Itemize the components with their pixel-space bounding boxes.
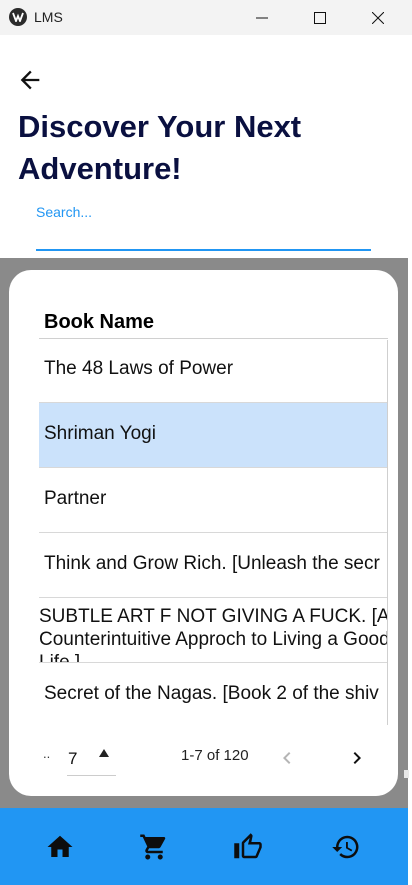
chevron-right-icon <box>353 752 361 764</box>
minimize-button[interactable] <box>233 0 291 35</box>
search-input[interactable]: Search... <box>36 204 92 220</box>
table-header: Book Name <box>39 300 388 339</box>
edge-marker <box>404 770 409 778</box>
close-button[interactable] <box>349 0 407 35</box>
bottom-navigation <box>0 808 408 885</box>
column-header-book-name: Book Name <box>44 311 155 333</box>
home-icon[interactable] <box>45 832 75 862</box>
rows-per-page-value: 7 <box>68 749 78 768</box>
row-book-name: Think and Grow Rich. [Unleash the secr <box>44 553 380 574</box>
pagination-range: 1-7 of 120 <box>181 747 249 764</box>
window-titlebar: LMS <box>0 0 412 35</box>
table-row-selected[interactable]: Shriman Yogi <box>39 403 388 468</box>
history-icon[interactable] <box>331 832 361 862</box>
back-arrow-icon[interactable] <box>16 66 44 94</box>
page-title: Discover Your Next Adventure! <box>18 109 302 186</box>
books-card: Book Name The 48 Laws of Power Shriman Y… <box>9 270 398 796</box>
table-row[interactable]: Secret of the Nagas. [Book 2 of the shiv <box>39 663 388 725</box>
rows-per-page-label: .. <box>43 746 51 761</box>
table-scroll-edge <box>387 340 388 725</box>
thumb-up-icon[interactable] <box>233 832 263 862</box>
app-logo-icon <box>9 8 27 26</box>
table-row[interactable]: Think and Grow Rich. [Unleash the secr <box>39 533 388 598</box>
maximize-button[interactable] <box>291 0 349 35</box>
window-title: LMS <box>34 9 63 25</box>
row-book-name: The 48 Laws of Power <box>44 358 234 379</box>
previous-page-button[interactable] <box>275 746 299 770</box>
chevron-left-icon <box>283 752 291 764</box>
table-row[interactable]: SUBTLE ART F NOT GIVING A FUCK. [A Count… <box>39 598 388 663</box>
search-underline <box>36 249 371 251</box>
dropdown-arrow-icon <box>99 749 109 757</box>
row-book-name: Partner <box>44 488 107 509</box>
row-book-name: Secret of the Nagas. [Book 2 of the shiv <box>44 683 379 704</box>
rows-per-page-select[interactable]: 7 <box>67 743 116 776</box>
row-book-name: SUBTLE ART F NOT GIVING A FUCK. [A Count… <box>39 606 388 663</box>
cart-icon[interactable] <box>139 832 169 862</box>
table-row[interactable]: Partner <box>39 468 388 533</box>
table-row[interactable]: The 48 Laws of Power <box>39 338 388 403</box>
books-table: Book Name The 48 Laws of Power Shriman Y… <box>39 300 388 725</box>
next-page-button[interactable] <box>345 746 369 770</box>
row-book-name: Shriman Yogi <box>44 423 156 444</box>
